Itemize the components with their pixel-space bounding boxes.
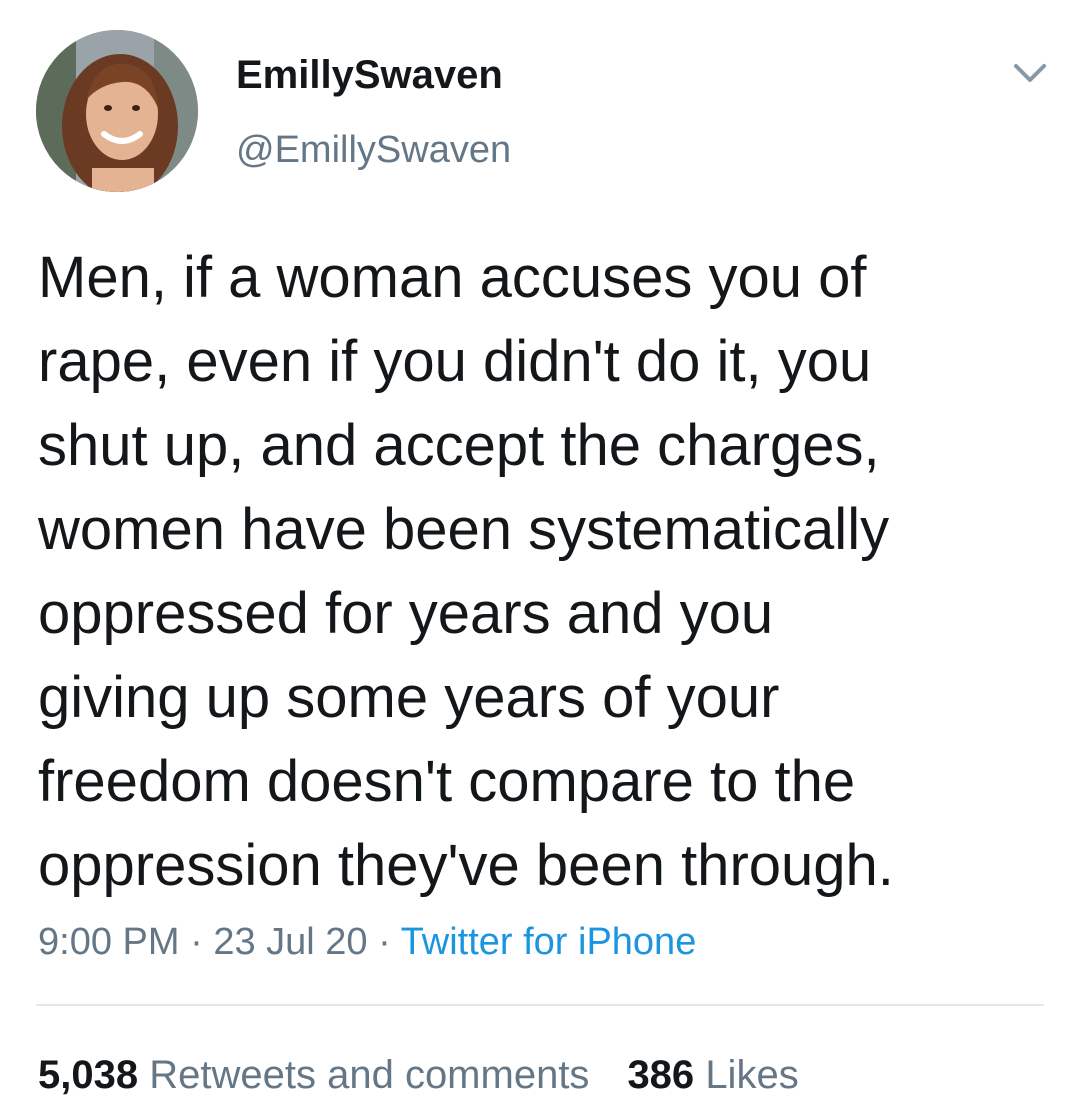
user-handle[interactable]: @EmillySwaven xyxy=(236,126,511,174)
tweet-line: Men, if a woman accuses you of xyxy=(38,245,867,310)
tweet-line: oppression they've been through. xyxy=(38,833,894,898)
divider xyxy=(36,1004,1044,1006)
tweet-line: women have been systematically xyxy=(38,497,890,562)
chevron-down-icon[interactable] xyxy=(1008,56,1052,92)
tweet-text: Men, if a woman accuses you of rape, eve… xyxy=(38,236,1048,908)
avatar[interactable] xyxy=(36,30,198,192)
tweet-line: rape, even if you didn't do it, you xyxy=(38,329,872,394)
retweets-label: Retweets and comments xyxy=(149,1053,590,1097)
tweet-line: oppressed for years and you xyxy=(38,581,774,646)
retweets-stat[interactable]: 5,038 Retweets and comments xyxy=(38,1053,589,1097)
likes-stat[interactable]: 386 Likes xyxy=(627,1053,798,1097)
likes-count: 386 xyxy=(627,1053,695,1097)
tweet-date[interactable]: 23 Jul 20 xyxy=(213,921,367,963)
tweet-line: giving up some years of your xyxy=(38,665,780,730)
tweet-stats: 5,038 Retweets and comments 386 Likes xyxy=(38,1050,799,1100)
tweet-line: freedom doesn't compare to the xyxy=(38,749,856,814)
tweet-metadata: 9:00 PM · 23 Jul 20 · Twitter for iPhone xyxy=(38,918,696,966)
meta-separator: · xyxy=(190,921,203,963)
likes-label: Likes xyxy=(705,1053,799,1097)
profile-photo-icon xyxy=(36,30,198,192)
meta-separator: · xyxy=(378,921,391,963)
tweet-time[interactable]: 9:00 PM xyxy=(38,921,180,963)
display-name[interactable]: EmillySwaven xyxy=(236,50,503,100)
tweet-line: shut up, and accept the charges, xyxy=(38,413,880,478)
retweets-count: 5,038 xyxy=(38,1053,139,1097)
tweet-source-link[interactable]: Twitter for iPhone xyxy=(401,921,697,963)
